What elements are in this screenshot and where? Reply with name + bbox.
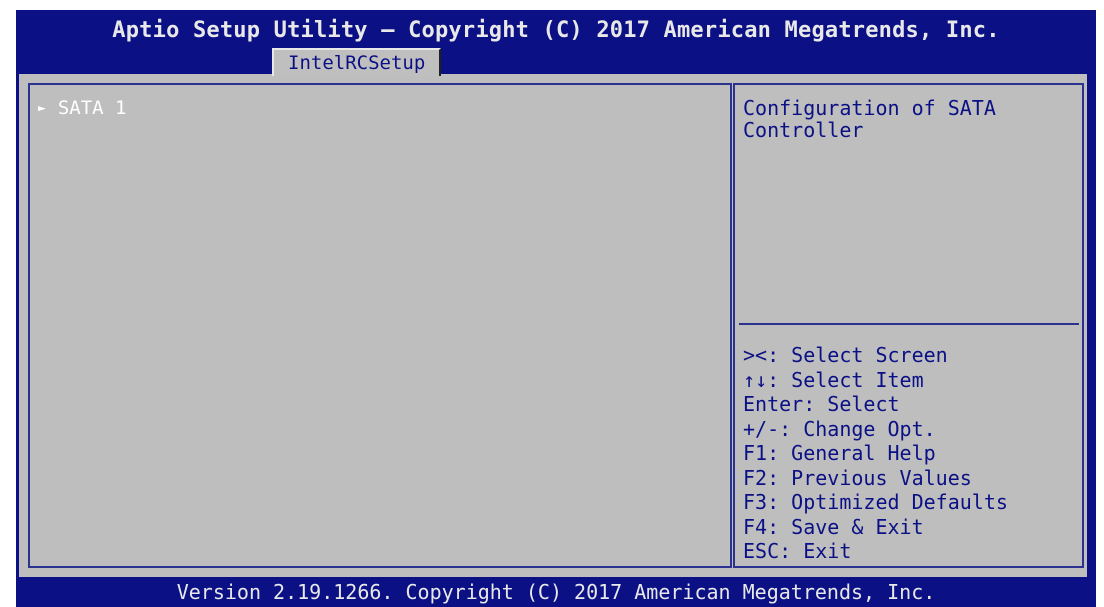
key-hint: +/-: Change Opt. xyxy=(743,416,936,441)
help-panel: Configuration of SATA Controller ><: Sel… xyxy=(733,83,1084,568)
header-bar: Aptio Setup Utility – Copyright (C) 2017… xyxy=(16,10,1096,76)
key-hint: ↑↓: Select Item xyxy=(743,367,924,392)
menu-item-sata-1[interactable]: ► SATA 1 xyxy=(38,97,126,119)
tab-intelrcsetup[interactable]: IntelRCSetup xyxy=(272,48,442,76)
key-hint: Enter: Select xyxy=(743,392,900,416)
bios-screen: Aptio Setup Utility – Copyright (C) 2017… xyxy=(16,10,1096,607)
submenu-arrow-icon: ► xyxy=(38,100,46,116)
help-description: Configuration of SATA Controller xyxy=(743,96,996,142)
window-title: Aptio Setup Utility – Copyright (C) 2017… xyxy=(112,18,1000,43)
menu-panel: ► SATA 1 xyxy=(28,83,732,568)
key-hint: F3: Optimized Defaults xyxy=(743,490,1008,514)
key-hint: ><: Select Screen xyxy=(743,343,948,367)
key-hint: F2: Previous Values xyxy=(743,465,972,490)
key-legend: ><: Select Screen ↑↓: Select Item Enter:… xyxy=(743,343,1008,564)
key-hint: F4: Save & Exit xyxy=(743,514,924,539)
key-hint: F1: General Help xyxy=(743,441,936,465)
main-area: ► SATA 1 Configuration of SATA Controlle… xyxy=(19,74,1087,577)
version-footer: Version 2.19.1266. Copyright (C) 2017 Am… xyxy=(176,580,936,604)
menu-item-label: SATA 1 xyxy=(57,97,127,119)
key-hint: ESC: Exit xyxy=(743,539,852,563)
help-divider xyxy=(739,323,1079,325)
